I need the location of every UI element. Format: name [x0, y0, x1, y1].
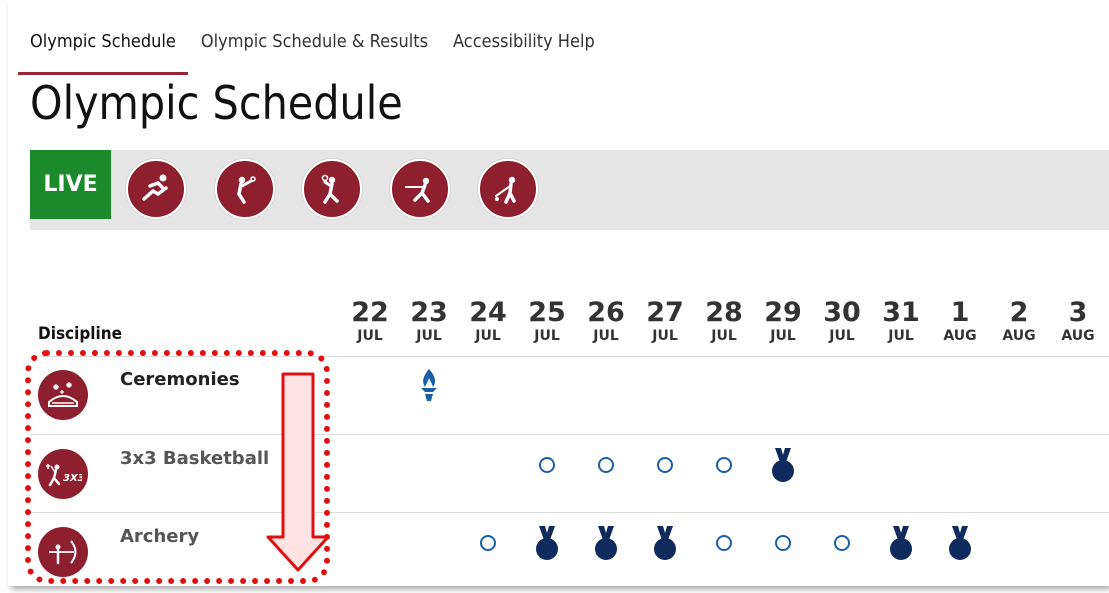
medal-icon: [654, 526, 676, 560]
date-month: JUL: [534, 328, 560, 344]
event-marker[interactable]: [768, 525, 798, 561]
top-nav: Olympic Schedule Olympic Schedule & Resu…: [18, 28, 620, 75]
event-marker[interactable]: [532, 447, 562, 483]
event-circle-icon: [539, 457, 555, 473]
date-month: JUL: [416, 328, 442, 344]
sport-button-badminton[interactable]: [215, 159, 275, 219]
date-header: 29 JUL: [758, 297, 808, 345]
date-month: AUG: [943, 328, 977, 344]
running-icon: [142, 174, 168, 201]
medal-event-marker[interactable]: [591, 525, 621, 561]
event-circle-icon: [598, 457, 614, 473]
event-marker[interactable]: [709, 525, 739, 561]
schedule-page: Olympic Schedule Olympic Schedule & Resu…: [8, 0, 1109, 586]
date-day: 27: [646, 297, 684, 328]
event-circle-icon: [834, 535, 850, 551]
medal-event-marker[interactable]: [768, 447, 798, 483]
date-day: 2: [1009, 297, 1029, 328]
date-month: JUL: [357, 328, 383, 344]
date-header: 27 JUL: [640, 297, 690, 345]
date-header: 31 JUL: [876, 297, 926, 345]
nav-schedule-results[interactable]: Olympic Schedule & Results: [201, 28, 428, 72]
sport-filter-bar: LIVE: [30, 150, 1109, 230]
sport-button-athletics[interactable]: [126, 159, 186, 219]
date-day: 28: [705, 297, 743, 328]
handball-icon: [321, 174, 339, 204]
golf-icon: [495, 176, 516, 204]
nav-olympic-schedule[interactable]: Olympic Schedule: [18, 28, 188, 75]
medal-event-marker[interactable]: [532, 525, 562, 561]
medal-icon: [949, 526, 971, 560]
date-month: JUL: [711, 328, 737, 344]
date-day: 29: [764, 297, 802, 328]
event-marker[interactable]: [827, 525, 857, 561]
date-month: JUL: [829, 328, 855, 344]
event-marker[interactable]: [650, 447, 680, 483]
sport-button-handball[interactable]: [302, 159, 362, 219]
medal-icon: [890, 526, 912, 560]
date-day: 26: [587, 297, 625, 328]
flame-icon: [421, 369, 437, 401]
sport-button-fencing[interactable]: [390, 159, 450, 219]
medal-icon: [772, 448, 794, 482]
fencing-icon: [405, 177, 430, 203]
event-circle-icon: [716, 535, 732, 551]
event-marker[interactable]: [591, 447, 621, 483]
event-circle-icon: [716, 457, 732, 473]
date-header: 23 JUL: [404, 297, 454, 345]
event-marker[interactable]: [473, 525, 503, 561]
ceremony-marker[interactable]: [414, 367, 444, 403]
date-month: JUL: [770, 328, 796, 344]
medal-icon: [536, 526, 558, 560]
live-button[interactable]: LIVE: [30, 150, 111, 219]
page-title: Olympic Schedule: [30, 76, 403, 130]
discipline-column-header: Discipline: [38, 324, 123, 344]
date-month: AUG: [1002, 328, 1036, 344]
date-day: 23: [410, 297, 448, 328]
date-day: 1: [950, 297, 970, 328]
date-month: JUL: [888, 328, 914, 344]
down-arrow-icon: [266, 372, 330, 572]
date-month: JUL: [475, 328, 501, 344]
medal-icon: [595, 526, 617, 560]
date-header: 30 JUL: [817, 297, 867, 345]
date-day: 31: [882, 297, 920, 328]
date-day: 24: [469, 297, 507, 328]
date-day: 22: [351, 297, 389, 328]
sport-button-golf[interactable]: [478, 159, 538, 219]
medal-event-marker[interactable]: [886, 525, 916, 561]
date-day: 30: [823, 297, 861, 328]
date-header: 25 JUL: [522, 297, 572, 345]
date-header: 28 JUL: [699, 297, 749, 345]
event-circle-icon: [480, 535, 496, 551]
date-month: JUL: [593, 328, 619, 344]
medal-event-marker[interactable]: [945, 525, 975, 561]
event-circle-icon: [775, 535, 791, 551]
date-header: 22 JUL: [345, 297, 395, 345]
badminton-icon: [237, 176, 256, 204]
date-header: 2 AUG: [994, 297, 1044, 345]
event-circle-icon: [657, 457, 673, 473]
date-header: 3 AUG: [1053, 297, 1103, 345]
event-marker[interactable]: [709, 447, 739, 483]
date-header: 26 JUL: [581, 297, 631, 345]
nav-accessibility-help[interactable]: Accessibility Help: [453, 28, 595, 72]
date-day: 25: [528, 297, 566, 328]
date-header: 1 AUG: [935, 297, 985, 345]
date-header: 24 JUL: [463, 297, 513, 345]
medal-event-marker[interactable]: [650, 525, 680, 561]
date-month: AUG: [1061, 328, 1095, 344]
date-day: 3: [1068, 297, 1088, 328]
date-month: JUL: [652, 328, 678, 344]
